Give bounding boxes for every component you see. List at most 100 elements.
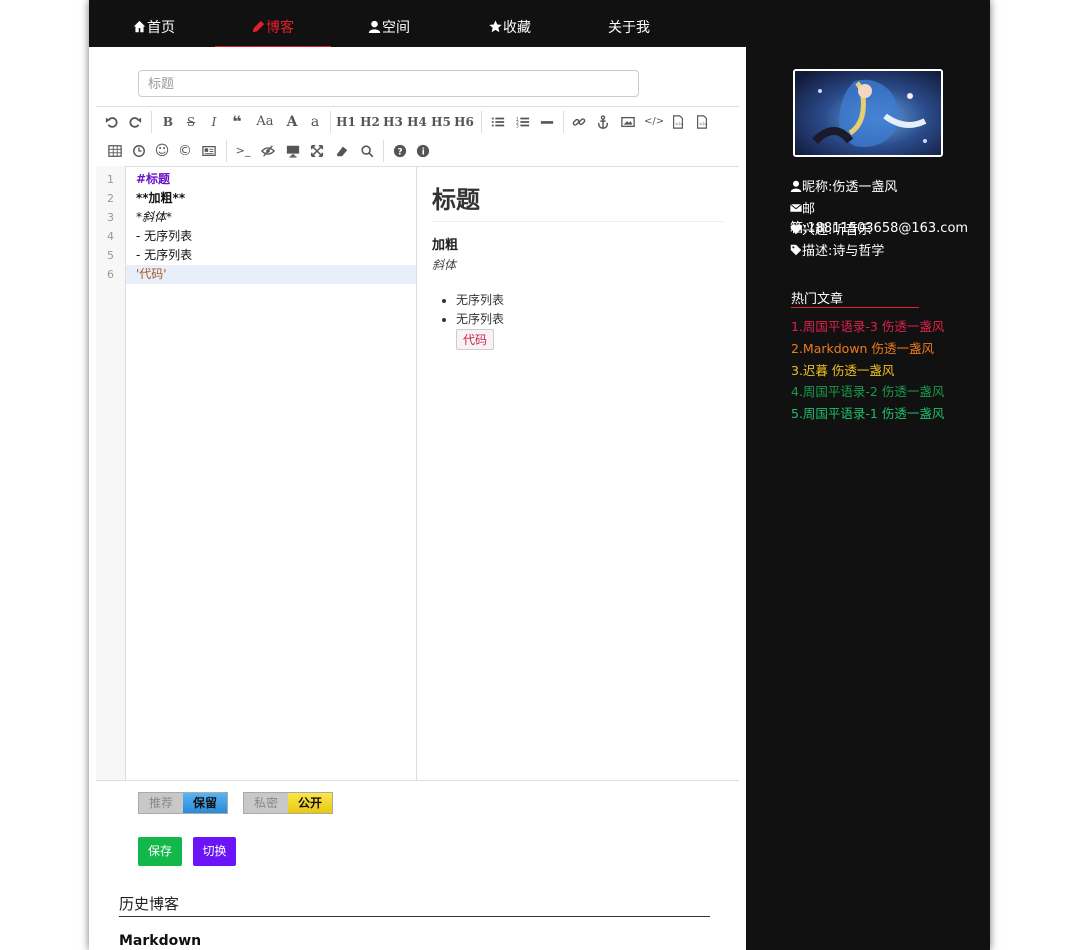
ordered-list-icon[interactable]: 123 [513, 111, 533, 133]
fullscreen-icon[interactable] [307, 140, 327, 162]
code-line: - 无序列表 [136, 248, 193, 262]
preformatted-file-icon[interactable]: </> [692, 111, 712, 133]
toolbar-divider [151, 111, 152, 133]
hot-articles-title: 热门文章 [791, 288, 919, 308]
preview-pane: 标题 加粗 斜体 无序列表 无序列表 代码 [432, 166, 724, 780]
hot-article-link[interactable]: 2.Markdown 伤透一盏风 [791, 338, 934, 357]
toolbar-divider [330, 111, 331, 133]
quote-icon[interactable]: ❝ [227, 111, 247, 133]
private-off-label: 私密 [244, 793, 288, 813]
description-text: 描述:诗与哲学 [802, 244, 885, 259]
nav-about[interactable]: 关于我 [571, 0, 687, 47]
preview-icon[interactable] [283, 140, 303, 162]
undo-icon[interactable] [102, 111, 122, 133]
h6-icon[interactable]: H6 [454, 111, 474, 133]
code-line: - 无序列表 [136, 229, 193, 243]
hot-article-link[interactable]: 3.迟暮 伤透一盏风 [791, 360, 894, 379]
code-line-active: '代码' [126, 265, 416, 284]
image-icon[interactable] [618, 111, 638, 133]
nav-home-label: 首页 [147, 20, 175, 36]
nickname-row: 昵称:伤透一盏风 [790, 176, 897, 195]
terminal-icon[interactable]: >_ [233, 140, 253, 162]
user-icon [368, 20, 381, 33]
hot-article-link[interactable]: 4.周国平语录-2 伤透一盏风 [791, 381, 944, 400]
nav-home[interactable]: 首页 [96, 0, 212, 47]
visibility-toggle[interactable]: 私密 公开 [243, 792, 333, 814]
redo-icon[interactable] [125, 111, 145, 133]
svg-text:i: i [422, 147, 425, 157]
html-entities-icon[interactable] [199, 140, 219, 162]
preview-italic: 斜体 [432, 258, 457, 272]
h3-icon[interactable]: H3 [383, 111, 403, 133]
hot-article-link[interactable]: 5.周国平语录-1 伤透一盏风 [791, 403, 944, 422]
star-icon [489, 20, 502, 33]
line-number: 6 [107, 268, 114, 281]
list-item: 无序列表 [456, 310, 724, 329]
watch-toggle-icon[interactable] [258, 140, 278, 162]
line-number: 5 [107, 249, 114, 262]
user-icon [790, 180, 802, 192]
nav-favorites[interactable]: 收藏 [452, 0, 568, 47]
preview-code: 代码 [456, 329, 495, 350]
envelope-icon [790, 203, 802, 212]
recommend-on-label: 保留 [183, 793, 227, 813]
line-number: 4 [107, 230, 114, 243]
horizontal-rule-icon[interactable] [537, 111, 557, 133]
nav-blog[interactable]: 博客 [215, 0, 331, 49]
help-icon[interactable]: ? [390, 140, 410, 162]
recommend-toggle[interactable]: 推荐 保留 [138, 792, 228, 814]
code-icon[interactable]: </> [644, 111, 664, 133]
home-icon [133, 20, 146, 33]
top-nav: 首页 博客 空间 收藏 关于我 [89, 0, 990, 49]
bold-icon[interactable]: B [158, 111, 178, 133]
copyright-icon[interactable]: © [175, 140, 195, 162]
table-icon[interactable] [105, 140, 125, 162]
clock-icon[interactable] [129, 140, 149, 162]
eraser-icon[interactable] [332, 140, 352, 162]
save-button[interactable]: 保存 [138, 837, 182, 866]
nav-favorites-label: 收藏 [503, 20, 531, 36]
uppercase-icon[interactable]: Aa [252, 111, 278, 133]
emoji-icon[interactable]: ☺ [152, 140, 172, 162]
h4-icon[interactable]: H4 [407, 111, 427, 133]
pencil-icon [252, 20, 265, 33]
nav-blog-label: 博客 [266, 20, 294, 36]
svg-text:</>: </> [699, 121, 708, 127]
public-on-label: 公开 [288, 793, 332, 813]
anchor-icon[interactable] [593, 111, 613, 133]
svg-text:?: ? [398, 147, 403, 157]
code-pane[interactable]: #标题 **加粗** *斜体* - 无序列表 - 无序列表 '代码' [126, 166, 417, 780]
h5-icon[interactable]: H5 [431, 111, 451, 133]
page-frame: 首页 博客 空间 收藏 关于我 B S I ❝ Aa [89, 0, 990, 950]
search-icon[interactable] [357, 140, 377, 162]
line-number: 3 [107, 211, 114, 224]
italic-icon[interactable]: I [204, 111, 224, 133]
preview-bold: 加粗 [432, 238, 459, 253]
sidebar: 昵称:伤透一盏风 邮箱:18811503658@163.com 兴趣:听音乐 描… [746, 47, 990, 950]
lower-a-icon[interactable]: a [305, 111, 325, 133]
hot-article-link[interactable]: 1.周国平语录-3 伤透一盏风 [791, 316, 944, 335]
unordered-list-icon[interactable] [488, 111, 508, 133]
toolbar-divider [563, 111, 564, 133]
toolbar-divider [481, 111, 482, 133]
description-row: 描述:诗与哲学 [790, 240, 884, 259]
title-input[interactable] [138, 70, 639, 97]
list-item: 无序列表 [456, 291, 724, 310]
history-item[interactable]: Markdown [119, 933, 201, 949]
code-file-icon[interactable]: </> [668, 111, 688, 133]
main-content: B S I ❝ Aa A a H1 H2 H3 H4 H5 H6 123 [89, 47, 746, 950]
nav-about-label: 关于我 [608, 20, 650, 36]
h2-icon[interactable]: H2 [360, 111, 380, 133]
strikethrough-icon[interactable]: S [181, 111, 201, 133]
nav-space-label: 空间 [382, 20, 410, 36]
switch-button[interactable]: 切换 [193, 837, 236, 866]
link-icon[interactable] [569, 111, 589, 133]
editor-toolbar: B S I ❝ Aa A a H1 H2 H3 H4 H5 H6 123 </>… [96, 107, 739, 167]
nav-space[interactable]: 空间 [331, 0, 447, 47]
preview-list: 无序列表 无序列表 [432, 291, 724, 329]
info-icon[interactable]: i [413, 140, 433, 162]
h1-icon[interactable]: H1 [336, 111, 356, 133]
svg-text:</>: </> [675, 121, 684, 127]
line-number-gutter: 1 2 3 4 5 6 [96, 166, 126, 780]
upper-a-icon[interactable]: A [282, 111, 302, 133]
